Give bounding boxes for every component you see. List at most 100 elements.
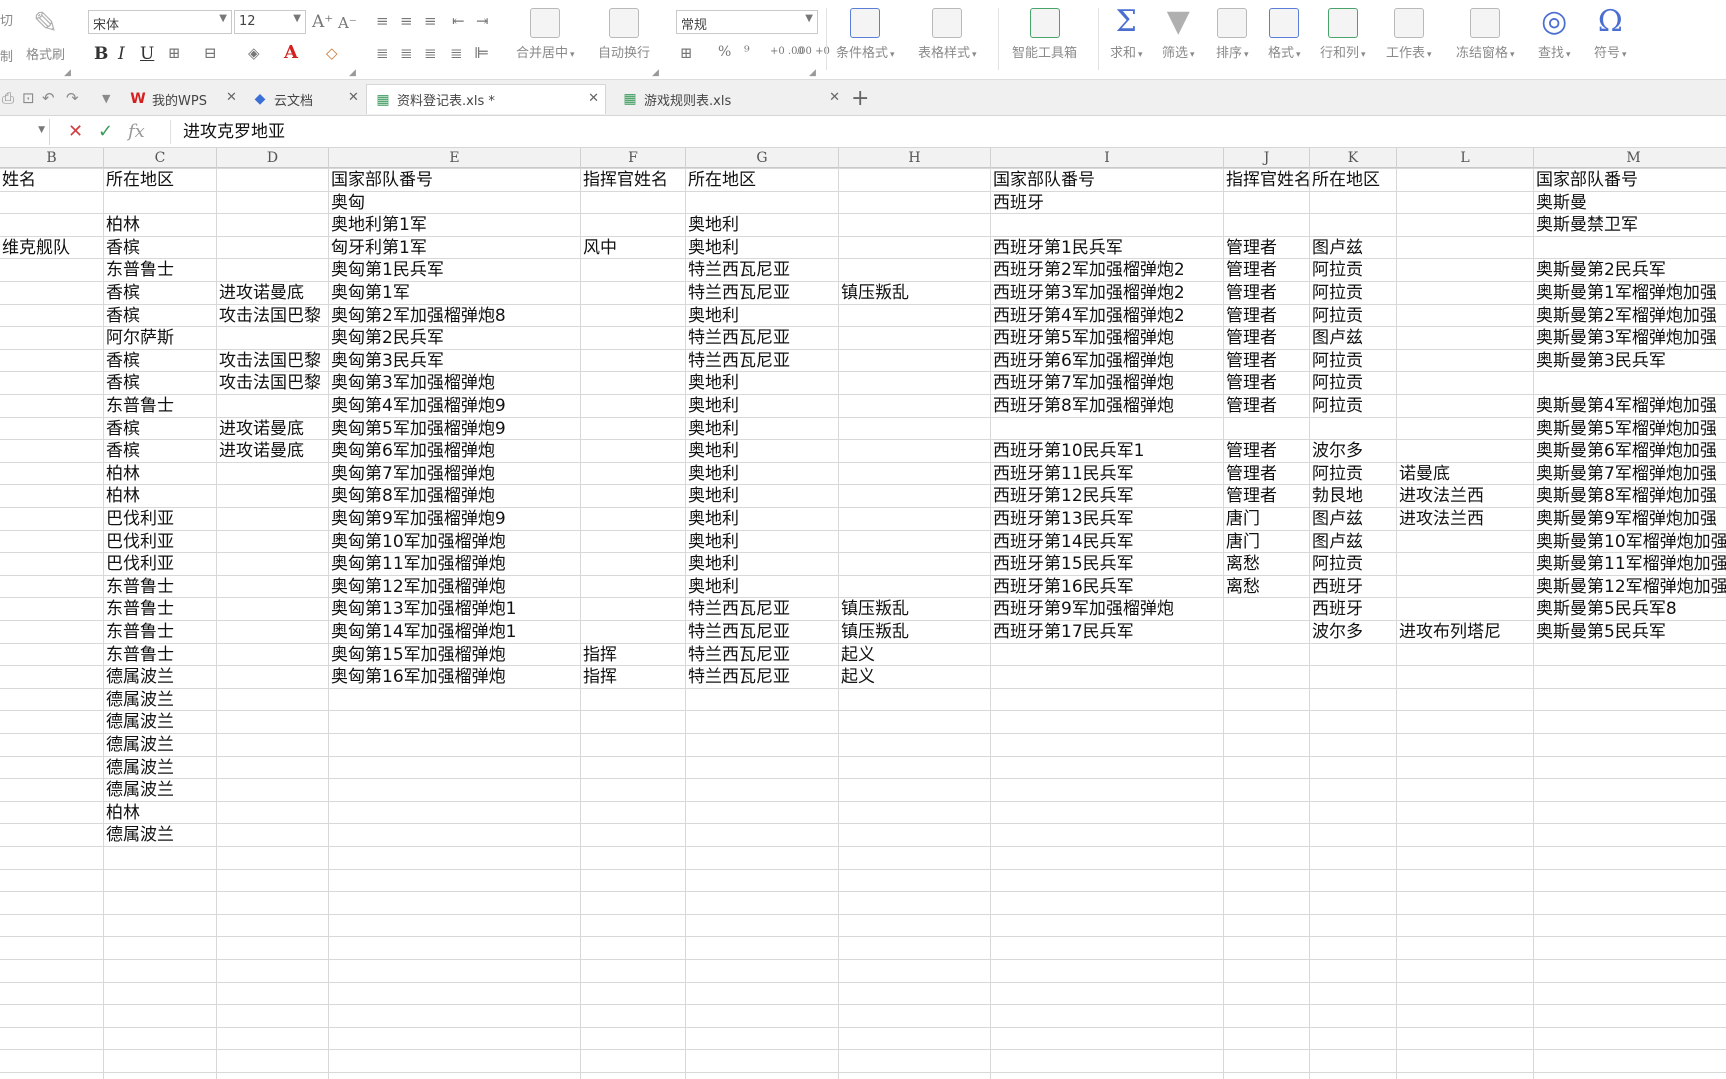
cell-e-8[interactable]: 奥匈第2民兵军 [329,327,444,349]
cell-j-19[interactable]: 离愁 [1224,576,1260,598]
cell-g-16[interactable]: 奥地利 [686,508,739,530]
column-header-b[interactable]: B [0,148,104,168]
cell-k-19[interactable]: 西班牙 [1310,576,1363,598]
cell-i-18[interactable]: 西班牙第15民兵军 [991,553,1134,575]
cell-m-6[interactable]: 奥斯曼第1军榴弹炮加强 [1534,282,1717,304]
align-right-icon[interactable]: ≣ [424,44,437,62]
cell-i-20[interactable]: 西班牙第9军加强榴弹炮 [991,598,1174,620]
cell-merge-icon[interactable]: ⊟ [204,44,217,62]
customize-toolbar-icon[interactable]: ▼ [102,92,110,105]
cell-c-14[interactable]: 柏林 [104,463,140,485]
symbol-button[interactable]: Ω 符号 ▾ [1594,6,1627,62]
cell-e-11[interactable]: 奥匈第4军加强榴弹炮9 [329,395,506,417]
cell-c-5[interactable]: 东普鲁士 [104,259,174,281]
cell-d-6[interactable]: 进攻诺曼底 [217,282,304,304]
sort-button[interactable]: 排序 ▾ [1216,8,1249,61]
cell-c-21[interactable]: 东普鲁士 [104,621,174,643]
worksheet-button[interactable]: 工作表 ▾ [1386,8,1432,61]
cell-c-18[interactable]: 巴伐利亚 [104,553,174,575]
thousands-button[interactable]: ⁹ [744,44,750,60]
cell-b-1[interactable]: 姓名 [0,169,36,191]
cell-j-15[interactable]: 管理者 [1224,485,1277,507]
cell-i-19[interactable]: 西班牙第16民兵军 [991,576,1134,598]
cell-c-8[interactable]: 阿尔萨斯 [104,327,174,349]
justify-icon[interactable]: ≣ [450,44,463,62]
cell-c-16[interactable]: 巴伐利亚 [104,508,174,530]
cell-i-7[interactable]: 西班牙第4军加强榴弹炮2 [991,305,1185,327]
cell-e-21[interactable]: 奥匈第14军加强榴弹炮1 [329,621,516,643]
cell-j-5[interactable]: 管理者 [1224,259,1277,281]
cell-g-12[interactable]: 奥地利 [686,418,739,440]
formula-input[interactable]: 进攻克罗地亚 [170,120,1720,144]
cell-c-6[interactable]: 香槟 [104,282,140,304]
cell-d-13[interactable]: 进攻诺曼底 [217,440,304,462]
cell-m-21[interactable]: 奥斯曼第5民兵军 [1534,621,1666,643]
cell-m-16[interactable]: 奥斯曼第9军榴弹炮加强 [1534,508,1717,530]
cell-i-4[interactable]: 西班牙第1民兵军 [991,237,1123,259]
cell-j-4[interactable]: 管理者 [1224,237,1277,259]
cell-e-2[interactable]: 奥匈 [329,192,365,214]
cell-c-29[interactable]: 柏林 [104,802,140,824]
column-header-j[interactable]: J [1224,148,1310,168]
cell-e-4[interactable]: 匈牙利第1军 [329,237,427,259]
cell-k-10[interactable]: 阿拉贡 [1310,372,1363,394]
cell-d-7[interactable]: 攻击法国巴黎 [217,305,321,327]
cell-j-18[interactable]: 离愁 [1224,553,1260,575]
cell-c-3[interactable]: 柏林 [104,214,140,236]
cell-j-11[interactable]: 管理者 [1224,395,1277,417]
cell-c-23[interactable]: 德属波兰 [104,666,174,688]
cell-f-22[interactable]: 指挥 [581,644,617,666]
cell-e-6[interactable]: 奥匈第1军 [329,282,410,304]
cell-i-2[interactable]: 西班牙 [991,192,1044,214]
undo-icon[interactable]: ↶ [42,89,55,107]
cell-e-16[interactable]: 奥匈第9军加强榴弹炮9 [329,508,506,530]
print-preview-icon[interactable]: ⎙ [2,89,14,107]
column-header-i[interactable]: I [991,148,1224,168]
cell-e-17[interactable]: 奥匈第10军加强榴弹炮 [329,531,506,553]
cell-k-14[interactable]: 阿拉贡 [1310,463,1363,485]
cell-i-1[interactable]: 国家部队番号 [991,169,1095,191]
align-top-icon[interactable]: ≡ [376,12,389,30]
cell-h-23[interactable]: 起义 [839,666,875,688]
column-header-k[interactable]: K [1310,148,1397,168]
cell-g-7[interactable]: 奥地利 [686,305,739,327]
cell-e-12[interactable]: 奥匈第5军加强榴弹炮9 [329,418,506,440]
cell-g-6[interactable]: 特兰西瓦尼亚 [686,282,790,304]
column-header-l[interactable]: L [1397,148,1534,168]
format-button[interactable]: 格式 ▾ [1268,8,1301,61]
cell-e-15[interactable]: 奥匈第8军加强榴弹炮 [329,485,495,507]
cell-h-21[interactable]: 镇压叛乱 [839,621,909,643]
cell-m-17[interactable]: 奥斯曼第10军榴弹炮加强 [1534,531,1726,553]
align-middle-icon[interactable]: ≡ [400,12,413,30]
cell-e-1[interactable]: 国家部队番号 [329,169,433,191]
cell-c-19[interactable]: 东普鲁士 [104,576,174,598]
cell-h-6[interactable]: 镇压叛乱 [839,282,909,304]
close-icon[interactable]: ✕ [829,90,840,105]
align-center-icon[interactable]: ≣ [400,44,413,62]
cell-i-15[interactable]: 西班牙第12民兵军 [991,485,1134,507]
column-header-f[interactable]: F [581,148,686,168]
cell-k-16[interactable]: 图卢兹 [1310,508,1363,530]
column-header-c[interactable]: C [104,148,217,168]
cell-m-15[interactable]: 奥斯曼第8军榴弹炮加强 [1534,485,1717,507]
cell-c-25[interactable]: 德属波兰 [104,711,174,733]
sum-button[interactable]: Σ 求和 ▾ [1110,6,1143,62]
cell-c-10[interactable]: 香槟 [104,372,140,394]
cell-m-9[interactable]: 奥斯曼第3民兵军 [1534,350,1666,372]
cell-k-5[interactable]: 阿拉贡 [1310,259,1363,281]
cell-c-1[interactable]: 所在地区 [104,169,174,191]
font-size-combo[interactable]: 12 ▼ [234,10,306,34]
cell-g-13[interactable]: 奥地利 [686,440,739,462]
cell-m-19[interactable]: 奥斯曼第12军榴弹炮加强 [1534,576,1726,598]
cell-k-4[interactable]: 图卢兹 [1310,237,1363,259]
cell-e-23[interactable]: 奥匈第16军加强榴弹炮 [329,666,506,688]
cell-m-13[interactable]: 奥斯曼第6军榴弹炮加强 [1534,440,1717,462]
cell-k-6[interactable]: 阿拉贡 [1310,282,1363,304]
cell-c-11[interactable]: 东普鲁士 [104,395,174,417]
cell-l-16[interactable]: 进攻法兰西 [1397,508,1484,530]
cell-j-8[interactable]: 管理者 [1224,327,1277,349]
cell-m-7[interactable]: 奥斯曼第2军榴弹炮加强 [1534,305,1717,327]
cell-c-22[interactable]: 东普鲁士 [104,644,174,666]
row-col-button[interactable]: 行和列 ▾ [1320,8,1366,61]
cell-m-1[interactable]: 国家部队番号 [1534,169,1638,191]
